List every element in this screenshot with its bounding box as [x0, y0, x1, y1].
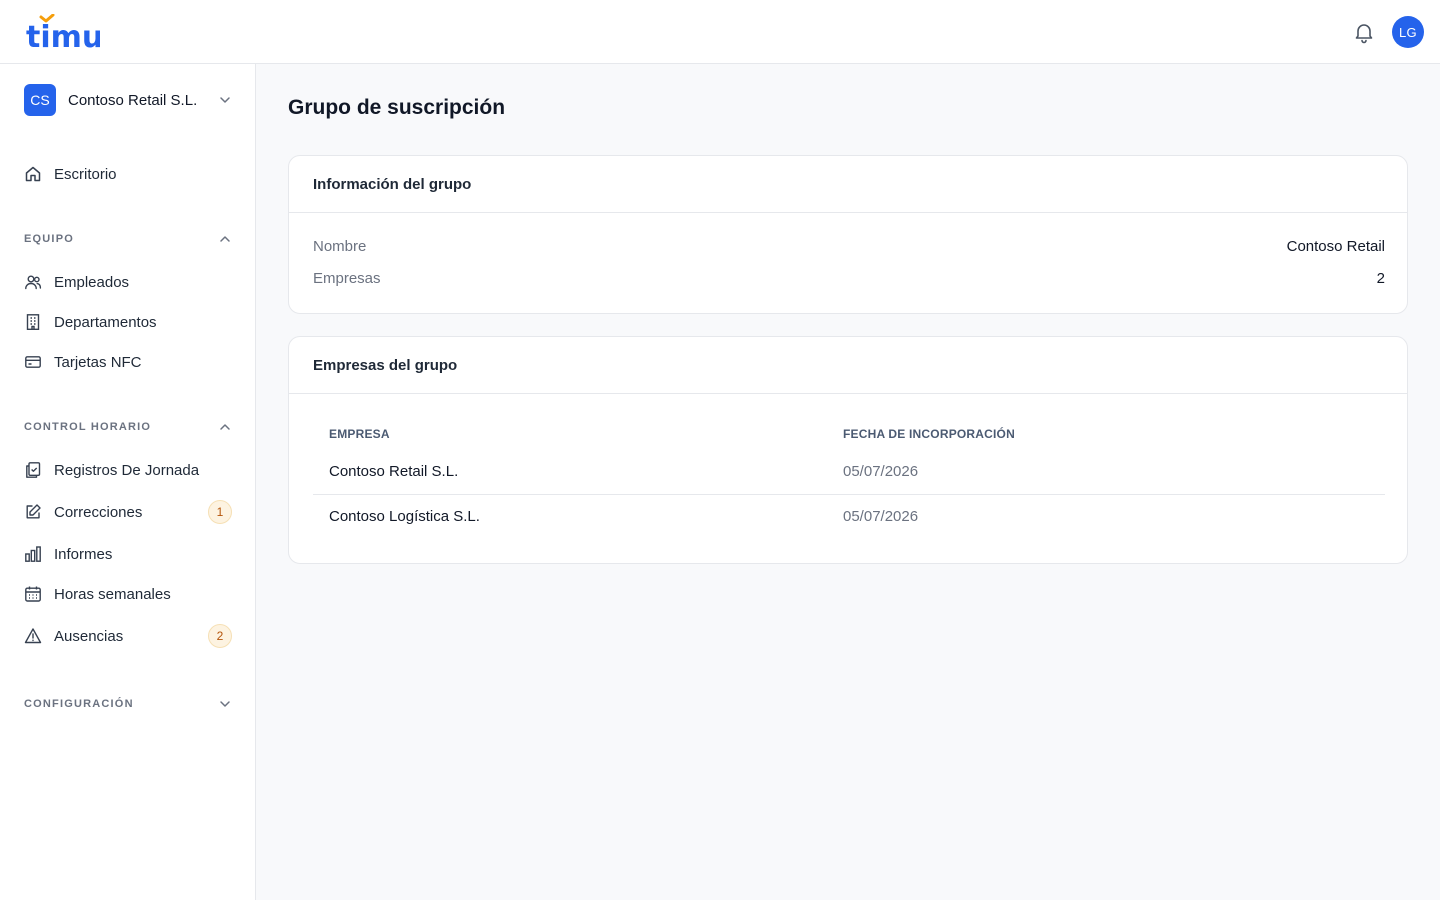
- info-label: Nombre: [313, 238, 367, 255]
- section-equipo-toggle[interactable]: EQUIPO: [24, 231, 232, 247]
- sidebar-item-escritorio[interactable]: Escritorio: [24, 160, 234, 188]
- section-title: EQUIPO: [24, 233, 74, 245]
- count-badge: 1: [208, 500, 232, 524]
- card-title: Empresas del grupo: [289, 337, 1407, 394]
- top-bar: timu LG: [0, 0, 1440, 64]
- sidebar-item-label: Correcciones: [54, 503, 143, 521]
- sidebar-item-registros-de-jornada[interactable]: Registros De Jornada: [24, 456, 234, 484]
- sidebar-item-label: Ausencias: [54, 627, 124, 645]
- sidebar-item-label: Registros De Jornada: [54, 461, 200, 479]
- group-info-card: Información del grupo Nombre Contoso Ret…: [288, 155, 1408, 314]
- card-title: Información del grupo: [289, 156, 1407, 213]
- info-value: Contoso Retail: [1286, 238, 1385, 255]
- chevron-up-icon: [220, 236, 230, 242]
- sidebar-item-informes[interactable]: Informes: [24, 540, 234, 568]
- info-row-nombre: Nombre Contoso Retail: [313, 238, 1385, 258]
- page-title: Grupo de suscripción: [288, 96, 506, 119]
- company-switcher[interactable]: CS Contoso Retail S.L.: [24, 84, 232, 116]
- logo-text: timu: [26, 20, 100, 50]
- home-icon: [25, 166, 41, 182]
- bell-icon[interactable]: [1352, 20, 1376, 44]
- calendar-icon: [25, 586, 41, 602]
- info-value: 2: [1376, 270, 1385, 287]
- count-badge: 2: [208, 624, 232, 648]
- bar-chart-icon: [25, 546, 41, 562]
- column-header-fecha[interactable]: FECHA DE INCORPORACIÓN: [843, 427, 1015, 441]
- chevron-down-icon: [220, 97, 230, 103]
- users-icon: [25, 275, 42, 290]
- sidebar-item-label: Horas semanales: [54, 585, 171, 603]
- sidebar-item-label: Escritorio: [54, 165, 117, 183]
- section-configuracion-toggle[interactable]: CONFIGURACIÓN: [24, 696, 232, 712]
- section-title: CONTROL HORARIO: [24, 421, 152, 433]
- info-row-empresas: Empresas 2: [313, 270, 1385, 290]
- sidebar-item-horas-semanales[interactable]: Horas semanales: [24, 580, 234, 608]
- info-label: Empresas: [313, 270, 381, 287]
- sidebar-item-label: Empleados: [54, 273, 130, 291]
- sidebar-item-empleados[interactable]: Empleados: [24, 268, 234, 296]
- sidebar-item-label: Departamentos: [54, 313, 157, 331]
- card-icon: [25, 356, 41, 368]
- chevron-up-icon: [220, 424, 230, 430]
- building-icon: [26, 314, 40, 330]
- sidebar-item-label: Informes: [54, 545, 113, 563]
- timu-logo[interactable]: timu: [26, 14, 100, 50]
- sidebar-item-tarjetas-nfc[interactable]: Tarjetas NFC: [24, 348, 234, 376]
- join-date-cell: 05/07/2026: [843, 463, 919, 480]
- warning-icon: [24, 628, 42, 644]
- sidebar-item-ausencias[interactable]: Ausencias 2: [24, 622, 234, 650]
- group-companies-card: Empresas del grupo EMPRESA FECHA DE INCO…: [288, 336, 1408, 564]
- chevron-down-icon: [220, 701, 230, 707]
- sidebar-item-label: Tarjetas NFC: [54, 353, 142, 371]
- company-name-cell[interactable]: Contoso Retail S.L.: [329, 463, 458, 480]
- company-name: Contoso Retail S.L.: [68, 91, 198, 109]
- column-header-empresa[interactable]: EMPRESA: [329, 427, 390, 441]
- company-avatar: CS: [24, 84, 56, 116]
- edit-icon: [26, 504, 41, 519]
- sidebar-item-correcciones[interactable]: Correcciones 1: [24, 498, 234, 526]
- clipboard-check-icon: [26, 462, 41, 478]
- section-control-horario-toggle[interactable]: CONTROL HORARIO: [24, 419, 232, 435]
- row-divider: [313, 494, 1385, 495]
- user-avatar[interactable]: LG: [1392, 16, 1424, 48]
- company-name-cell[interactable]: Contoso Logística S.L.: [329, 508, 480, 525]
- sidebar: CS Contoso Retail S.L. Escritorio EQUIPO…: [0, 64, 256, 900]
- sidebar-item-departamentos[interactable]: Departamentos: [24, 308, 234, 336]
- join-date-cell: 05/07/2026: [843, 508, 919, 525]
- section-title: CONFIGURACIÓN: [24, 698, 134, 710]
